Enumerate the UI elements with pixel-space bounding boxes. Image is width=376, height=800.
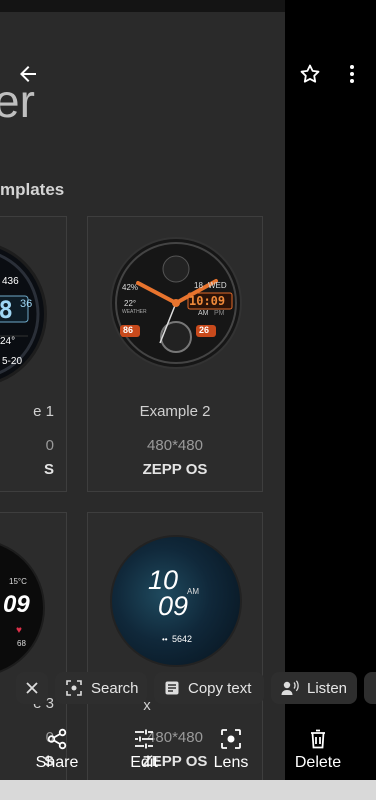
card-2-os: ZEPP OS [142,461,208,478]
star-outline-icon [300,64,320,83]
card-2-name: Example 2 [139,403,211,420]
watch3-time: 09 [3,591,30,618]
arrow-left-icon [20,66,36,82]
watch-face-3: 15°C 09 ♥ 68 [0,539,45,677]
watch2-weather-label: WEATHER [122,309,147,315]
watch1-top-num: 436 [2,276,19,287]
overflow-chip[interactable] [364,672,376,704]
watch2-right-value: 26 [199,325,210,335]
watch-face-4: 10 AM 09 •• 5642 [110,535,242,667]
heart-icon: ♥ [16,625,22,636]
template-card-2: 42% WEATHER 22° 18 WED 10:09 AM PM 86 26… [87,216,263,492]
watch-face-1: 436 08 36 24° 5-20 [0,241,47,387]
card-1-resolution: 0 [45,437,54,454]
text-document-icon [165,681,179,695]
share-action[interactable]: Share [22,726,92,772]
watch3-temp: 15°C [9,577,27,586]
share-icon [47,728,67,750]
more-vertical-icon [350,65,354,83]
watch4-am: AM [187,587,199,596]
watch2-pm: PM [214,310,225,317]
trash-icon [311,729,325,749]
back-button[interactable] [16,62,40,86]
listen-chip[interactable]: Listen [271,672,357,704]
card-1-name: e 1 [33,403,54,420]
watch2-time: 10:09 [189,294,226,308]
navigation-bar [0,780,376,800]
search-chip-label: Search [91,679,139,697]
watch4-steps: 5642 [172,634,193,644]
watch2-day: WED [208,281,227,290]
watch1-temp: 24° [0,336,16,347]
lens-action[interactable]: Lens [196,726,266,772]
status-strip [0,0,285,12]
watch1-small-digits: 36 [20,298,33,310]
copy-text-chip[interactable]: Copy text [154,672,264,704]
watch2-left-value: 86 [123,325,134,335]
share-label: Share [35,754,79,771]
watch2-am: AM [198,310,209,317]
steps-icon: •• [162,635,168,644]
photo-viewer-image[interactable]: er mplates 436 08 36 24° 5-20 e 1 0 S [0,12,285,780]
close-chips-button[interactable] [16,672,48,704]
watch4-minute: 09 [158,591,189,621]
close-icon [26,682,38,694]
template-card-1: 436 08 36 24° 5-20 e 1 0 S [0,216,67,492]
screen: er mplates 436 08 36 24° 5-20 e 1 0 S [0,0,376,800]
edit-sliders-icon [135,729,153,749]
more-options-button[interactable] [340,62,364,86]
edit-action[interactable]: Edit [109,726,179,772]
watch1-date: 5-20 [2,356,23,367]
listen-chip-label: Listen [307,679,348,697]
watch1-big-digits: 08 [0,296,13,324]
card-2-resolution: 480*480 [147,437,203,454]
search-chip[interactable]: Search [55,672,147,704]
watch2-date: 18 [194,281,203,290]
delete-label: Delete [294,754,342,771]
copy-text-chip-label: Copy text [188,679,252,697]
listen-icon [281,680,299,695]
lens-label: Lens [213,754,249,771]
watch2-temp: 22° [124,299,137,308]
edit-label: Edit [130,754,158,771]
section-title: mplates [0,180,65,199]
lens-icon [221,729,241,749]
watch3-value: 68 [17,639,26,648]
watch-face-2: 42% WEATHER 22° 18 WED 10:09 AM PM 86 26 [110,237,242,369]
photo-margin [285,12,376,780]
favorite-button[interactable] [298,62,322,86]
delete-action[interactable]: Delete [283,726,353,772]
watch2-percent: 42% [122,283,139,292]
card-1-os: S [43,461,54,478]
lens-search-icon [66,680,82,696]
